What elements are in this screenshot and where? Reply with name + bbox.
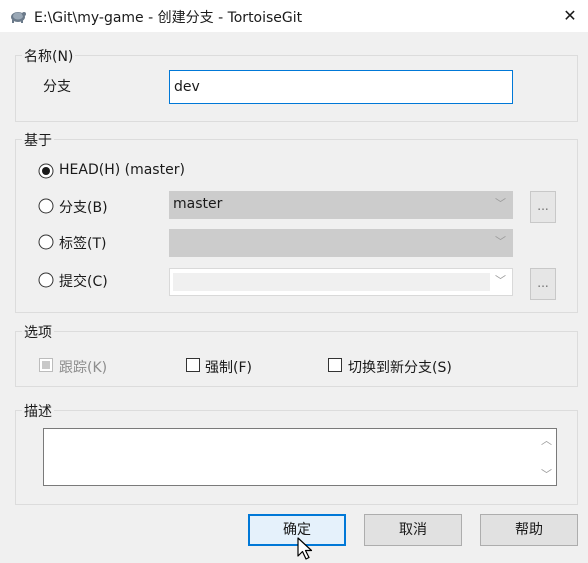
track-checkbox-label: 跟踪(K) [59, 360, 108, 376]
force-checkbox[interactable] [186, 358, 200, 372]
ellipsis-icon: ... [537, 199, 549, 213]
scroll-up-icon[interactable]: ︿ [541, 432, 552, 448]
tag-select: ﹀ [169, 229, 513, 257]
help-button[interactable]: 帮助 [480, 514, 578, 546]
base-on-group-legend: 基于 [22, 130, 54, 150]
close-button[interactable]: ✕ [556, 2, 584, 30]
chevron-down-icon: ﹀ [495, 274, 506, 287]
switch-to-branch-label: 切换到新分支(S) [348, 360, 452, 376]
cancel-button[interactable]: 取消 [364, 514, 462, 546]
close-icon: ✕ [563, 6, 577, 25]
tag-radio-label: 标签(T) [59, 236, 107, 252]
branch-select-value: master [173, 196, 223, 212]
options-group-legend: 选项 [22, 322, 54, 342]
head-radio[interactable] [38, 163, 54, 179]
commit-select-field [173, 273, 490, 291]
ellipsis-icon: ... [537, 276, 549, 290]
scroll-down-icon[interactable]: ﹀ [541, 466, 552, 482]
name-group-legend: 名称(N) [22, 46, 76, 66]
description-group-legend: 描述 [22, 401, 54, 421]
tag-radio[interactable] [38, 234, 54, 250]
head-radio-label: HEAD(H) (master) [59, 162, 185, 178]
commit-radio-label: 提交(C) [59, 274, 108, 290]
chevron-down-icon: ﹀ [495, 197, 506, 210]
chevron-down-icon: ﹀ [495, 235, 506, 248]
branch-select: master ﹀ [169, 191, 513, 219]
commit-radio[interactable] [38, 272, 54, 288]
track-checkbox [39, 358, 53, 372]
branch-radio-label: 分支(B) [59, 200, 108, 216]
branch-browse-button: ... [530, 191, 556, 223]
branch-name-label: 分支 [43, 79, 71, 95]
commit-select: ﹀ [169, 268, 513, 296]
force-checkbox-label: 强制(F) [205, 360, 252, 376]
branch-radio[interactable] [38, 198, 54, 214]
description-textarea[interactable]: ︿ ﹀ [43, 428, 557, 486]
branch-name-input[interactable] [169, 70, 513, 104]
window-title: E:\Git\my-game - 创建分支 - TortoiseGit [34, 10, 303, 26]
title-bar: E:\Git\my-game - 创建分支 - TortoiseGit ✕ [0, 0, 588, 32]
switch-to-branch-checkbox[interactable] [328, 358, 342, 372]
tortoisegit-app-icon [11, 12, 26, 23]
mouse-cursor-icon [297, 537, 313, 560]
commit-browse-button: ... [530, 268, 556, 300]
